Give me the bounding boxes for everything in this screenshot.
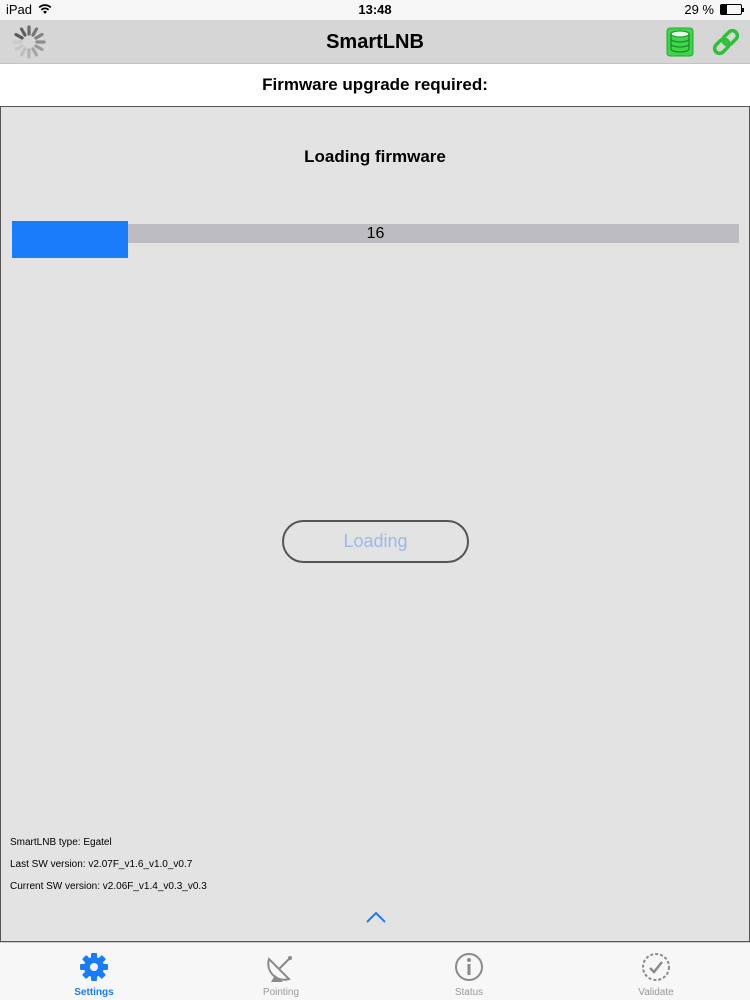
tab-settings[interactable]: Settings: [34, 943, 154, 1000]
link-icon[interactable]: [710, 27, 742, 57]
tab-bar: Settings Pointing Status Validate: [0, 942, 750, 1000]
info-icon: [455, 953, 483, 981]
last-sw-version: Last SW version: v2.07F_v1.6_v1.0_v0.7: [10, 859, 193, 870]
satellite-dish-icon: [267, 956, 292, 982]
battery-percent: 29 %: [684, 2, 714, 17]
tab-label: Status: [454, 987, 484, 998]
firmware-progress-bar: 16: [12, 221, 739, 258]
status-bar: iPad 13:48 29 %: [0, 0, 750, 20]
progress-value: 16: [366, 225, 385, 242]
loading-button[interactable]: Loading: [282, 520, 469, 563]
panel-title: Loading firmware: [304, 147, 446, 166]
firmware-panel: Loading firmware 16 Loading SmartLNB typ…: [0, 106, 750, 942]
app-title: SmartLNB: [326, 31, 424, 53]
gear-icon: [80, 953, 108, 981]
tab-label: Settings: [74, 987, 114, 998]
status-time: 13:48: [358, 2, 392, 17]
tab-validate[interactable]: Validate: [596, 943, 716, 1000]
current-sw-version: Current SW version: v2.06F_v1.4_v0.3_v0.…: [10, 881, 207, 892]
tab-pointing[interactable]: Pointing: [221, 943, 341, 1000]
tab-label: Pointing: [262, 987, 300, 998]
database-icon[interactable]: [666, 27, 694, 57]
validate-icon: [642, 953, 670, 981]
chevron-up-icon[interactable]: [365, 910, 387, 924]
tab-status[interactable]: Status: [409, 943, 529, 1000]
battery-level: [721, 5, 727, 14]
page-subtitle: Firmware upgrade required:: [0, 64, 750, 106]
status-right: 29 %: [684, 2, 744, 17]
tab-label: Validate: [638, 987, 674, 998]
battery-icon: [720, 4, 744, 15]
nav-bar: SmartLNB: [0, 20, 750, 64]
lnb-type: SmartLNB type: Egatel: [10, 837, 112, 848]
